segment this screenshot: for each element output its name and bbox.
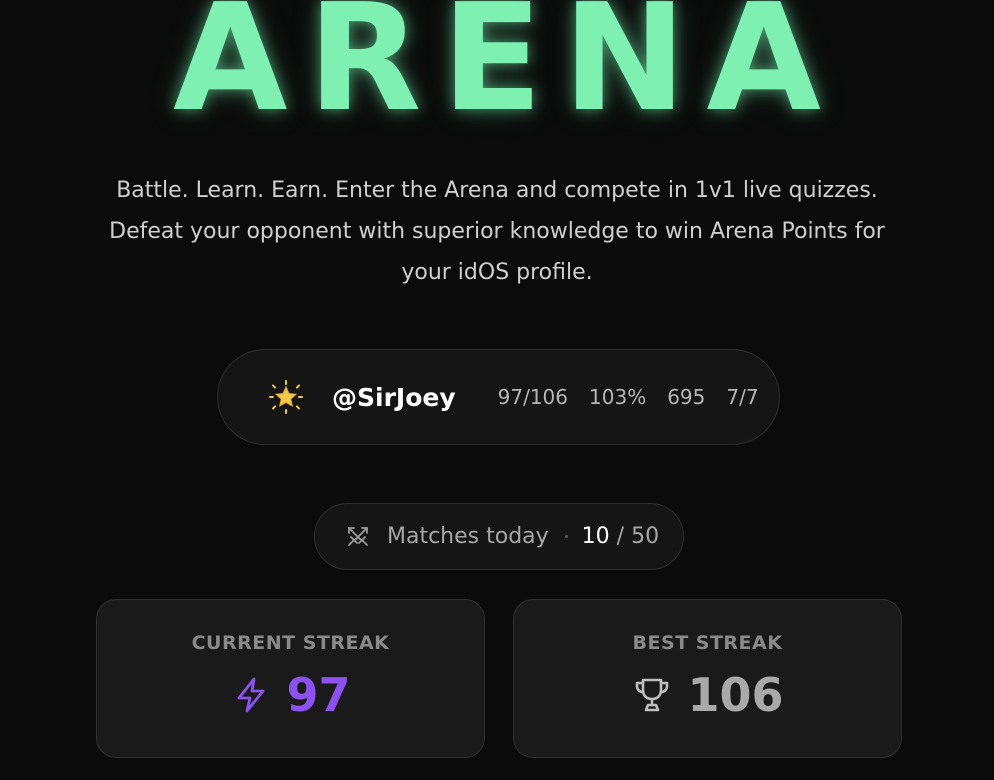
lightning-bolt-icon xyxy=(230,674,272,716)
matches-today-label: Matches today xyxy=(387,524,549,549)
best-streak-label: BEST STREAK xyxy=(632,632,783,654)
profile-username: @SirJoey xyxy=(332,382,456,412)
profile-summary-pill[interactable]: @SirJoey 97/106 103% 695 7/7 xyxy=(217,349,780,445)
matches-today-pill: Matches today 10 / 50 xyxy=(314,503,684,570)
separator-dot xyxy=(564,535,568,538)
arena-page: ARENA Battle. Learn. Earn. Enter the Are… xyxy=(0,0,994,780)
page-title: ARENA xyxy=(172,0,841,144)
current-streak-label: CURRENT STREAK xyxy=(191,632,390,654)
trophy-icon xyxy=(631,674,673,716)
matches-separator: / xyxy=(616,524,625,549)
hero-description: Battle. Learn. Earn. Enter the Arena and… xyxy=(109,178,885,285)
profile-stat-points: 695 xyxy=(667,385,706,409)
star-badge-icon xyxy=(268,379,304,415)
current-streak-value: 97 xyxy=(286,668,351,722)
profile-stat-streak-ratio: 97/106 xyxy=(497,385,569,409)
matches-today-count: 10 xyxy=(581,524,610,549)
current-streak-value-row: 97 xyxy=(230,668,351,722)
matches-today-limit: 50 xyxy=(631,524,660,549)
best-streak-value-row: 106 xyxy=(631,668,784,722)
crossed-swords-icon xyxy=(345,524,371,550)
best-streak-value: 106 xyxy=(687,668,784,722)
profile-stat-percent: 103% xyxy=(589,385,647,409)
best-streak-card: BEST STREAK 106 xyxy=(513,599,902,758)
profile-stat-days: 7/7 xyxy=(726,385,759,409)
current-streak-card: CURRENT STREAK 97 xyxy=(96,599,485,758)
